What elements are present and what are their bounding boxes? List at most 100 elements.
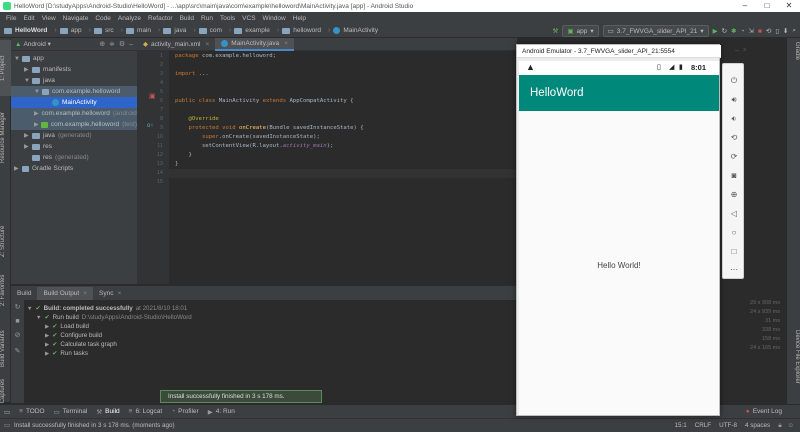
build-tree-row[interactable]: ▶ ✔ Calculate task graph bbox=[45, 340, 117, 349]
tree-node[interactable]: MainActivity bbox=[11, 97, 137, 108]
expand-arrow-icon[interactable]: ▼ bbox=[27, 306, 32, 312]
build-tree-row[interactable]: ▼ ✔ Run build D:\studyApps\Android-Studio\H… bbox=[36, 313, 192, 322]
phone-screen[interactable]: ▲ ▯ ◢ ▮ 8:01 HelloWord Hello World! bbox=[519, 61, 719, 415]
expand-arrow-icon[interactable]: ▶ bbox=[45, 333, 49, 339]
close-tab-icon[interactable]: × bbox=[205, 41, 209, 48]
avd-manager-icon[interactable]: ▯ bbox=[775, 25, 779, 37]
search-icon[interactable]: ⌕ bbox=[792, 25, 796, 37]
toolwindow-profiler[interactable]: ◔ Profiler bbox=[171, 408, 199, 415]
lock-icon[interactable]: 🔒︎ bbox=[778, 422, 781, 430]
menu-window[interactable]: Window bbox=[263, 15, 286, 22]
menu-file[interactable]: File bbox=[6, 15, 16, 22]
close-icon[interactable]: × bbox=[743, 47, 747, 54]
globe-icon[interactable]: ⊕ bbox=[99, 41, 105, 48]
menu-navigate[interactable]: Navigate bbox=[63, 15, 89, 22]
overview-icon[interactable]: □ bbox=[723, 247, 745, 256]
sync-icon[interactable]: ⟲ bbox=[766, 25, 771, 37]
expand-arrow-icon[interactable]: ▶ bbox=[34, 110, 39, 117]
expand-arrow-icon[interactable]: ▶ bbox=[24, 143, 32, 150]
breadcrumb-item[interactable]: src bbox=[93, 27, 114, 34]
apply-changes-icon[interactable]: ↻ bbox=[722, 25, 727, 37]
pin-icon[interactable]: ✎ bbox=[14, 348, 21, 355]
build-tree-row[interactable]: ▶ ✔ Configure build bbox=[45, 331, 102, 340]
build-tree-row[interactable]: ▶ ✔ Run tasks bbox=[45, 349, 88, 358]
expand-arrow-icon[interactable]: ▶ bbox=[45, 351, 49, 357]
stop-build-icon[interactable]: ■ bbox=[14, 318, 21, 325]
filter-icon[interactable]: ⊘ bbox=[14, 332, 21, 339]
tree-node[interactable]: ▼ java bbox=[11, 75, 137, 86]
tab-mainactivity-java[interactable]: MainActivity.java × bbox=[215, 37, 294, 51]
expand-arrow-icon[interactable]: ▶ bbox=[24, 66, 32, 73]
breadcrumb-item[interactable]: app bbox=[59, 27, 82, 34]
expand-arrow-icon[interactable]: ▶ bbox=[45, 324, 49, 330]
tab-favorites[interactable]: 2: Favorites bbox=[0, 266, 11, 314]
volume-down-icon[interactable]: 🔉︎ bbox=[723, 114, 745, 124]
tree-node[interactable]: ▶ com.example.helloword (test) bbox=[11, 119, 137, 130]
activity-marker-icon[interactable]: ▣ bbox=[149, 92, 156, 100]
project-view-select[interactable]: ▲ Android ▾ bbox=[15, 40, 51, 48]
inspector-icon[interactable]: ☺ bbox=[788, 422, 794, 429]
line-separator[interactable]: CRLF bbox=[695, 422, 711, 429]
tab-build-variants[interactable]: Build Variants bbox=[0, 326, 11, 372]
tab-build-output[interactable]: Build Output × bbox=[37, 287, 94, 300]
power-icon[interactable]: ⏻ bbox=[723, 76, 745, 86]
breadcrumb-item[interactable]: main bbox=[125, 27, 151, 34]
rotate-left-icon[interactable]: ⟲ bbox=[723, 133, 745, 142]
toolwindow-build[interactable]: ⚒ Build bbox=[96, 408, 119, 416]
expand-arrow-icon[interactable]: ▼ bbox=[34, 89, 42, 95]
build-tree-row[interactable]: ▼ ✔ Build: completed successfully at 2021/8… bbox=[27, 304, 187, 313]
expand-arrow-icon[interactable]: ▼ bbox=[24, 78, 32, 84]
camera-icon[interactable]: ◙ bbox=[723, 171, 745, 180]
breadcrumb-item[interactable]: helloword bbox=[282, 27, 321, 34]
expand-arrow-icon[interactable]: ▼ bbox=[36, 315, 41, 321]
stop-icon[interactable]: ■ bbox=[758, 25, 762, 37]
menu-vcs[interactable]: VCS bbox=[242, 15, 255, 22]
expand-arrow-icon[interactable]: ▶ bbox=[34, 121, 41, 128]
tree-node[interactable]: ▶ com.example.helloword (androidTest) bbox=[11, 108, 151, 119]
hammer-icon[interactable]: ⚒ bbox=[553, 25, 559, 37]
breadcrumb-item[interactable]: com bbox=[198, 27, 222, 34]
expand-arrow-icon[interactable]: ▶ bbox=[14, 165, 22, 172]
tree-node[interactable]: ▼ app bbox=[11, 53, 137, 64]
install-toast[interactable]: Install successfully finished in 3 s 178… bbox=[160, 390, 322, 403]
code-editor[interactable]: 1 2 3 4 5 6 7 8 9 10 11 12 13 14 15 ▣ o↑ package com.e… bbox=[137, 51, 517, 284]
gear-icon[interactable]: ⚙ bbox=[119, 41, 125, 48]
expand-arrow-icon[interactable]: ▼ bbox=[14, 56, 22, 62]
override-marker-icon[interactable]: o↑ bbox=[147, 123, 153, 129]
menu-tools[interactable]: Tools bbox=[220, 15, 235, 22]
run-icon[interactable]: ▶ bbox=[713, 25, 718, 37]
menu-help[interactable]: Help bbox=[293, 15, 306, 22]
minimize-icon[interactable]: – bbox=[735, 47, 739, 54]
file-encoding[interactable]: UTF-8 bbox=[719, 422, 737, 429]
tree-node[interactable]: ▶ Gradle Scripts bbox=[11, 163, 137, 174]
volume-up-icon[interactable]: 🔊︎ bbox=[723, 95, 745, 105]
tree-node[interactable]: ▶ java (generated) bbox=[11, 130, 137, 141]
expand-arrow-icon[interactable]: ▶ bbox=[45, 342, 49, 348]
back-icon[interactable]: ◁ bbox=[723, 209, 745, 218]
home-icon[interactable]: ○ bbox=[723, 228, 745, 237]
debug-icon[interactable]: ✱ bbox=[731, 25, 736, 37]
tab-structure[interactable]: Z: Structure bbox=[0, 218, 11, 264]
tab-project[interactable]: 1: Project bbox=[0, 40, 11, 96]
expand-arrow-icon[interactable]: ▶ bbox=[24, 132, 32, 139]
tree-node[interactable]: res (generated) bbox=[11, 152, 137, 163]
run-config-select[interactable]: ▣ app ▾ bbox=[562, 25, 599, 37]
breadcrumb-item[interactable]: java bbox=[163, 27, 186, 34]
menu-build[interactable]: Build bbox=[180, 15, 194, 22]
hide-icon[interactable]: – bbox=[129, 41, 133, 48]
tree-node[interactable]: ▶ res bbox=[11, 141, 137, 152]
tab-activity-main-xml[interactable]: ◆ activity_main.xml × bbox=[137, 38, 215, 51]
rerun-icon[interactable]: ↻ bbox=[14, 304, 21, 311]
menu-code[interactable]: Code bbox=[95, 15, 111, 22]
breadcrumb-item[interactable]: HelloWord bbox=[4, 27, 47, 34]
close-button[interactable]: ✕ bbox=[778, 0, 800, 12]
device-select[interactable]: ▭ 3.7_FWVGA_slider_API_21 ▾ bbox=[602, 25, 709, 37]
toolwindow-4-run[interactable]: ▶ 4: Run bbox=[208, 408, 235, 416]
collapse-all-icon[interactable]: ≑ bbox=[109, 41, 115, 48]
toolwindow-6-logcat[interactable]: ≡ 6: Logcat bbox=[129, 408, 163, 415]
close-tab-icon[interactable]: × bbox=[284, 40, 288, 47]
breadcrumb-item[interactable]: example bbox=[234, 27, 270, 34]
breadcrumb-item[interactable]: MainActivity bbox=[333, 27, 378, 34]
tree-node[interactable]: ▼ com.example.helloword bbox=[11, 86, 137, 97]
zoom-icon[interactable]: ⊕ bbox=[723, 190, 745, 199]
